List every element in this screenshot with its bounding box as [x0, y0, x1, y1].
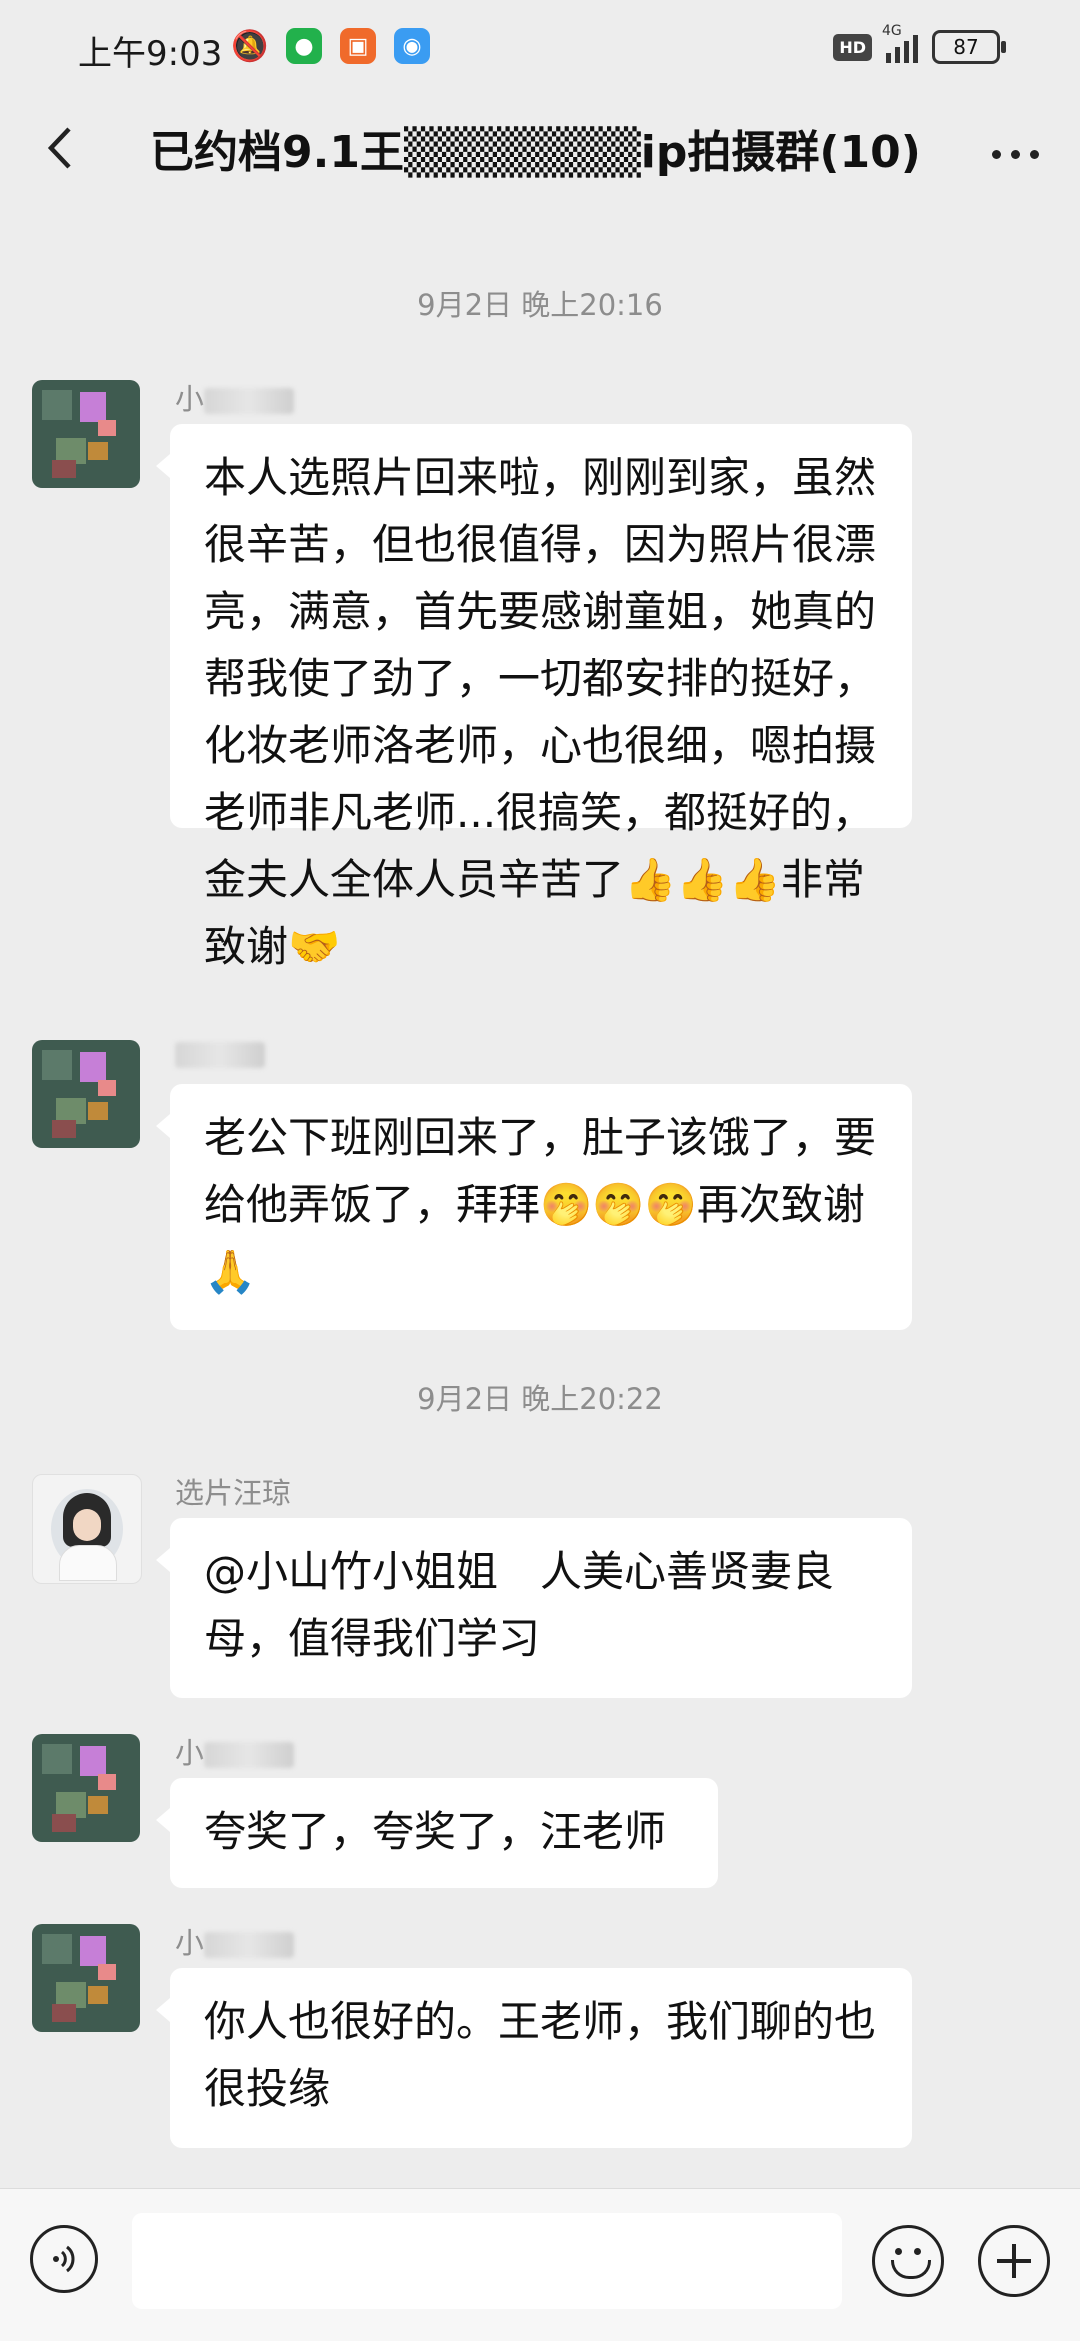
avatar[interactable] — [32, 1474, 142, 1584]
wechat-icon: ● — [286, 28, 322, 64]
voice-icon[interactable] — [30, 2225, 98, 2293]
status-right: HD 4G 87 — [833, 23, 1006, 64]
message-bubble[interactable]: 你人也很好的。王老师，我们聊的也很投缘 — [156, 1968, 912, 2148]
back-icon[interactable] — [30, 118, 90, 178]
hd-badge: HD — [833, 33, 872, 61]
sender-name: 小 — [175, 1920, 295, 1962]
signal-icon: 4G — [882, 23, 918, 63]
message-bubble[interactable]: 老公下班刚回来了，肚子该饿了，要给他弄饭了，拜拜🤭🤭🤭再次致谢🙏 — [156, 1084, 912, 1330]
message-app-icon: ◉ — [394, 28, 430, 64]
sender-name: 小 — [175, 376, 295, 418]
message-input[interactable] — [132, 2213, 842, 2309]
more-icon[interactable] — [980, 124, 1050, 184]
avatar[interactable] — [32, 1734, 140, 1842]
sender-name — [175, 1036, 265, 1070]
battery-icon: 87 — [932, 30, 1006, 64]
status-time: 上午9:03 — [78, 34, 223, 74]
timestamp: 9月2日 晚上20:16 — [417, 288, 663, 322]
avatar[interactable] — [32, 1040, 140, 1148]
chat-header: 已约档9.1王▒▒▒▒▒▒▒ip拍摄群(10) — [0, 96, 1080, 208]
emoji-icon[interactable] — [872, 2225, 944, 2297]
network-type: 4G — [882, 23, 902, 39]
plus-icon[interactable] — [978, 2225, 1050, 2297]
sender-name: 选片汪琼 — [175, 1476, 292, 1510]
mute-bell-icon: 🔕 — [231, 28, 269, 64]
status-bar: 上午9:03 🔕 ● ▣ ◉ HD 4G 87 — [0, 0, 1080, 96]
message-bubble[interactable]: 夸奖了，夸奖了，汪老师 — [156, 1778, 718, 1888]
message-bubble[interactable]: @小山竹小姐姐 人美心善贤妻良母，值得我们学习 — [156, 1518, 912, 1698]
avatar[interactable] — [32, 380, 140, 488]
message-bubble[interactable]: 本人选照片回来啦，刚刚到家，虽然很辛苦，但也很值得，因为照片很漂亮，满意，首先要… — [156, 424, 912, 971]
chat-area[interactable]: 9月2日 晚上20:16 小 本人选照片回来啦，刚刚到家，虽然很辛苦，但也很值得… — [0, 208, 1080, 2188]
sender-name: 小 — [175, 1730, 295, 1772]
shop-app-icon: ▣ — [340, 28, 376, 64]
avatar[interactable] — [32, 1924, 140, 2032]
timestamp: 9月2日 晚上20:22 — [417, 1382, 663, 1416]
chat-title: 已约档9.1王▒▒▒▒▒▒▒ip拍摄群(10) — [150, 127, 921, 178]
notification-icons: 🔕 ● ▣ ◉ — [231, 28, 430, 64]
input-bar — [0, 2188, 1080, 2341]
